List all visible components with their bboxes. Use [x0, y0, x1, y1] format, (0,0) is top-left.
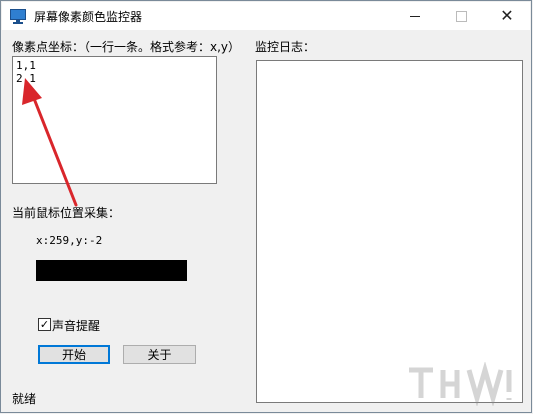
about-button[interactable]: 关于 [123, 345, 196, 364]
captured-color-swatch [36, 260, 187, 281]
coords-line: 1,1 [16, 59, 36, 72]
log-output[interactable] [256, 60, 523, 403]
maximize-icon [455, 10, 467, 22]
status-text: 就绪 [12, 392, 37, 406]
coords-input[interactable]: 1,1 2,1 [12, 56, 217, 184]
coords-label: 像素点坐标：（一行一条。格式参考：x,y） [12, 40, 241, 54]
monitor-icon [10, 8, 26, 24]
sound-alert-checkbox[interactable]: ✓ [38, 318, 51, 331]
watermark-logo [409, 362, 512, 406]
app-window: 屏幕像素颜色监控器 ✕ 像素点坐标：（一行一条。格式参考：x,y） 监控日志： … [0, 0, 532, 413]
window-title: 屏幕像素颜色监控器 [34, 9, 143, 24]
capture-label: 当前鼠标位置采集： [12, 206, 121, 220]
close-button[interactable]: ✕ [484, 2, 530, 30]
coords-line: 2,1 [16, 72, 36, 85]
minimize-button[interactable] [392, 2, 438, 30]
sound-alert-label: 声音提醒 [52, 319, 101, 333]
maximize-button [438, 2, 484, 30]
title-bar[interactable]: 屏幕像素颜色监控器 ✕ [2, 2, 530, 30]
log-label: 监控日志： [255, 40, 316, 54]
close-icon: ✕ [500, 6, 514, 25]
minimize-icon [410, 15, 420, 17]
start-button[interactable]: 开始 [38, 345, 110, 364]
mouse-position-readout: x:259,y:-2 [36, 234, 103, 247]
checkmark-icon: ✓ [39, 318, 50, 331]
